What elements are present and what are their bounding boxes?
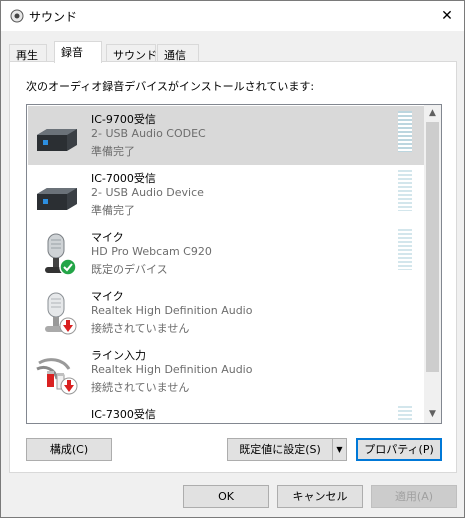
device-row[interactable]: マイク Realtek High Definition Audio 接続されてい… [28,283,424,342]
ok-button[interactable]: OK [183,485,269,508]
device-name: IC-7000受信 [91,172,156,185]
level-meter [398,111,412,152]
set-default-button[interactable]: 既定値に設定(S) ▼ [227,438,347,461]
device-row[interactable]: マイク HD Pro Webcam C920 既定のデバイス [28,224,424,283]
configure-button[interactable]: 構成(C) [26,438,112,461]
level-meter [398,170,412,211]
device-status: 準備完了 [91,204,135,217]
scroll-up-arrow-icon[interactable]: ▲ [424,105,441,122]
device-status: 既定のデバイス [91,263,168,276]
scroll-thumb[interactable] [426,122,439,372]
device-status: 準備完了 [91,145,135,158]
window-title: サウンド [29,10,78,24]
device-name: マイク [91,290,124,303]
panel-description: 次のオーディオ録音デバイスがインストールされています: [26,80,315,93]
level-meter [398,229,412,270]
speaker-icon [10,9,24,23]
title-bar: サウンド ✕ [1,1,464,31]
device-row[interactable]: ライン入力 Realtek High Definition Audio 接続され… [28,342,424,401]
device-name: ライン入力 [91,349,146,362]
device-row[interactable]: IC-7300受信 [28,401,424,423]
usb-audio-box-icon [37,188,77,210]
properties-button[interactable]: プロパティ(P) [356,438,442,461]
device-description: Realtek High Definition Audio [91,304,253,317]
dropdown-arrow-icon[interactable]: ▼ [332,439,346,460]
device-name: マイク [91,231,124,244]
tab-communications[interactable]: 通信 [157,44,199,62]
device-status: 接続されていません [91,322,190,335]
device-description: 2- USB Audio Device [91,186,204,199]
device-name: IC-7300受信 [91,408,156,421]
level-meter [398,406,412,420]
device-description: HD Pro Webcam C920 [91,245,212,258]
scroll-down-arrow-icon[interactable]: ▼ [424,406,441,423]
device-row[interactable]: IC-9700受信 2- USB Audio CODEC 準備完了 [28,106,424,165]
line-in-unplugged-icon [36,358,78,395]
cancel-button[interactable]: キャンセル [277,485,363,508]
device-row[interactable]: IC-7000受信 2- USB Audio Device 準備完了 [28,165,424,224]
apply-button: 適用(A) [371,485,457,508]
microphone-unplugged-icon [45,292,77,335]
device-description: Realtek High Definition Audio [91,363,253,376]
device-status: 接続されていません [91,381,190,394]
microphone-default-icon [45,233,77,276]
device-name: IC-9700受信 [91,113,156,126]
usb-audio-box-icon [37,129,77,151]
device-list[interactable]: IC-9700受信 2- USB Audio CODEC 準備完了 IC-700… [26,104,442,424]
sound-dialog: サウンド ✕ 再生 録音 サウンド 通信 次のオーディオ録音デバイスがインストー… [0,0,465,518]
tab-sounds[interactable]: サウンド [106,44,157,62]
vertical-scrollbar[interactable]: ▲ ▼ [424,105,441,423]
tab-playback[interactable]: 再生 [9,44,47,62]
recording-panel: 次のオーディオ録音デバイスがインストールされています: IC-9700受信 2-… [9,61,457,473]
close-button[interactable]: ✕ [436,5,458,27]
tab-recording[interactable]: 録音 [54,41,102,63]
device-description: 2- USB Audio CODEC [91,127,206,140]
set-default-label: 既定値に設定(S) [239,443,321,456]
